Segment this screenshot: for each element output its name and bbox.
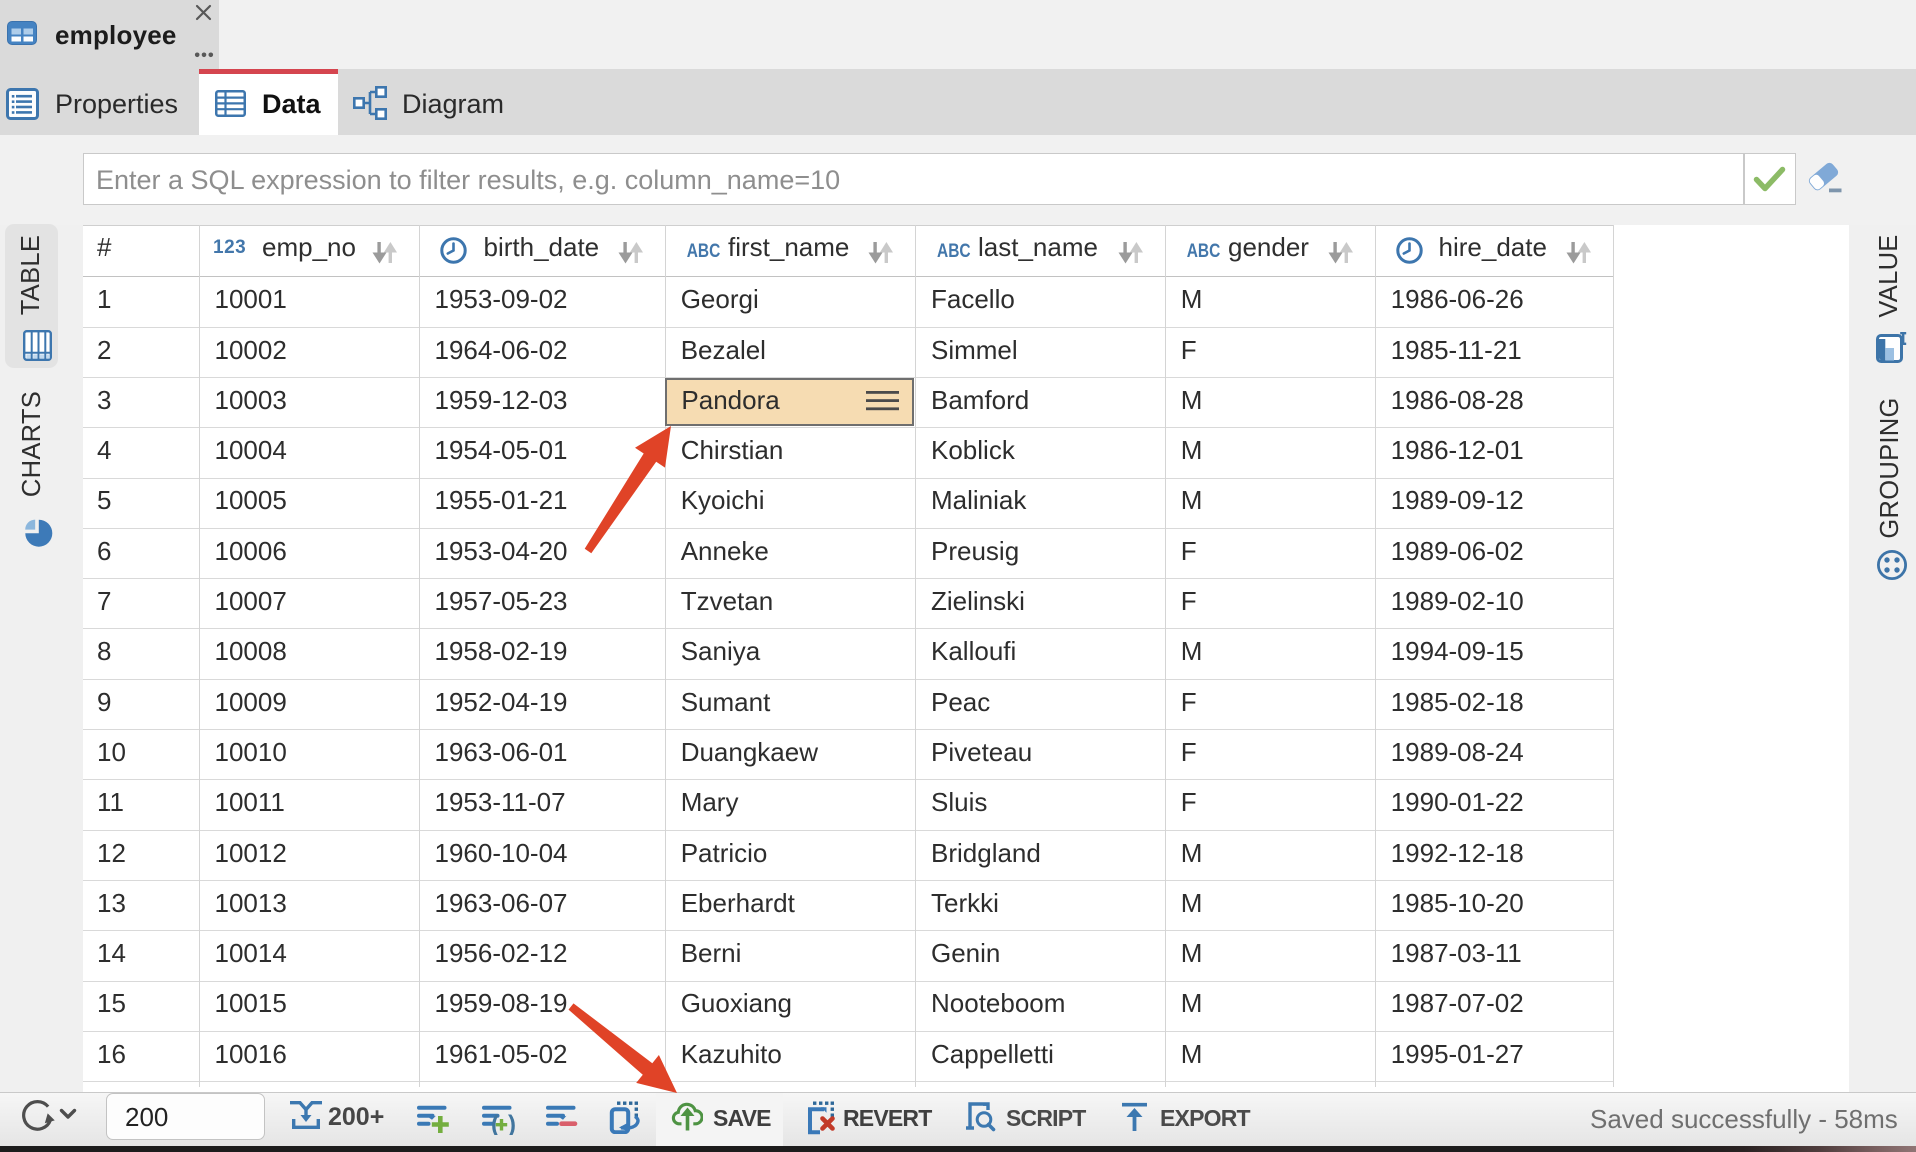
svg-text:): ) (508, 1111, 516, 1135)
